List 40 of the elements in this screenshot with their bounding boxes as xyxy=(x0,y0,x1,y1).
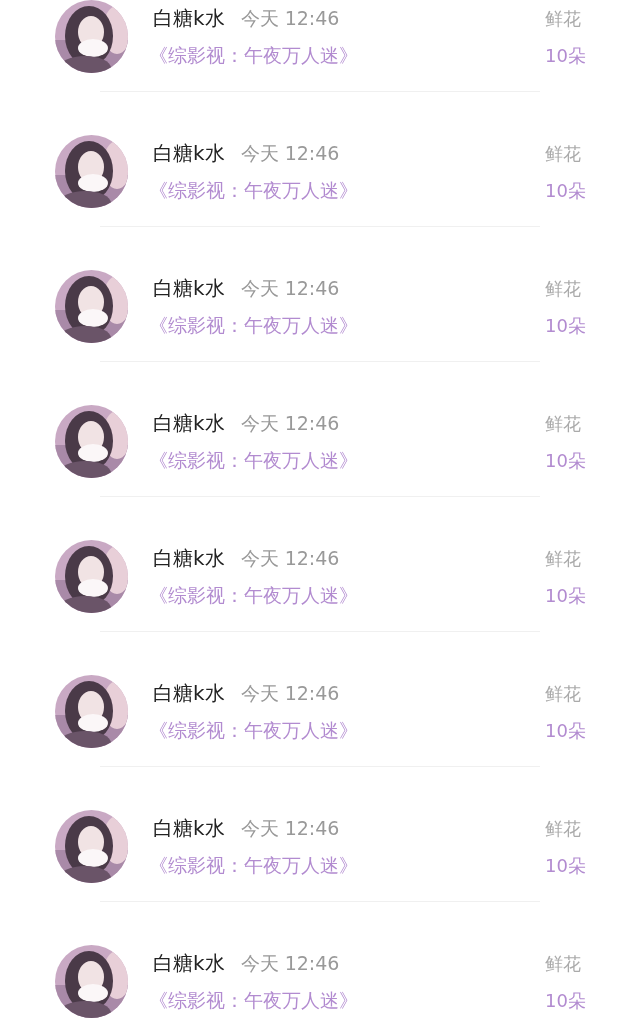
gift-label: 鲜花 xyxy=(545,817,582,841)
gift-count: 10朵 xyxy=(545,584,587,608)
gift-count: 10朵 xyxy=(545,44,587,68)
book-title: 《综影视：午夜万人迷》 xyxy=(149,584,358,606)
timestamp: 今天 12:46 xyxy=(240,142,340,164)
user-name: 白糖k水 xyxy=(153,816,225,840)
timestamp: 今天 12:46 xyxy=(240,547,340,569)
user-name: 白糖k水 xyxy=(153,6,225,30)
book-title: 《综影视：午夜万人迷》 xyxy=(149,989,358,1011)
gift-label: 鲜花 xyxy=(545,412,582,436)
timestamp: 今天 12:46 xyxy=(240,412,340,434)
gift-label: 鲜花 xyxy=(545,142,582,166)
user-name: 白糖k水 xyxy=(153,951,225,975)
book-title: 《综影视：午夜万人迷》 xyxy=(149,854,358,876)
gift-label: 鲜花 xyxy=(545,682,582,706)
user-name: 白糖k水 xyxy=(153,411,225,435)
gift-label: 鲜花 xyxy=(545,277,582,301)
book-title: 《综影视：午夜万人迷》 xyxy=(149,449,358,471)
gift-label: 鲜花 xyxy=(545,547,582,571)
gift-count: 10朵 xyxy=(545,314,587,338)
user-name: 白糖k水 xyxy=(153,276,225,300)
user-name: 白糖k水 xyxy=(153,681,225,705)
gift-count: 10朵 xyxy=(545,719,587,743)
timestamp: 今天 12:46 xyxy=(240,7,340,29)
gift-count: 10朵 xyxy=(545,179,587,203)
timestamp: 今天 12:46 xyxy=(240,817,340,839)
book-title: 《综影视：午夜万人迷》 xyxy=(149,719,358,741)
book-title: 《综影视：午夜万人迷》 xyxy=(149,179,358,201)
gift-count: 10朵 xyxy=(545,449,587,473)
user-name: 白糖k水 xyxy=(153,546,225,570)
book-title: 《综影视：午夜万人迷》 xyxy=(149,314,358,336)
timestamp: 今天 12:46 xyxy=(240,952,340,974)
book-title: 《综影视：午夜万人迷》 xyxy=(149,44,358,66)
gift-label: 鲜花 xyxy=(545,7,582,31)
user-name: 白糖k水 xyxy=(153,141,225,165)
gift-label: 鲜花 xyxy=(545,952,582,976)
gift-count: 10朵 xyxy=(545,854,587,878)
timestamp: 今天 12:46 xyxy=(240,277,340,299)
timestamp: 今天 12:46 xyxy=(240,682,340,704)
gift-count: 10朵 xyxy=(545,989,587,1013)
